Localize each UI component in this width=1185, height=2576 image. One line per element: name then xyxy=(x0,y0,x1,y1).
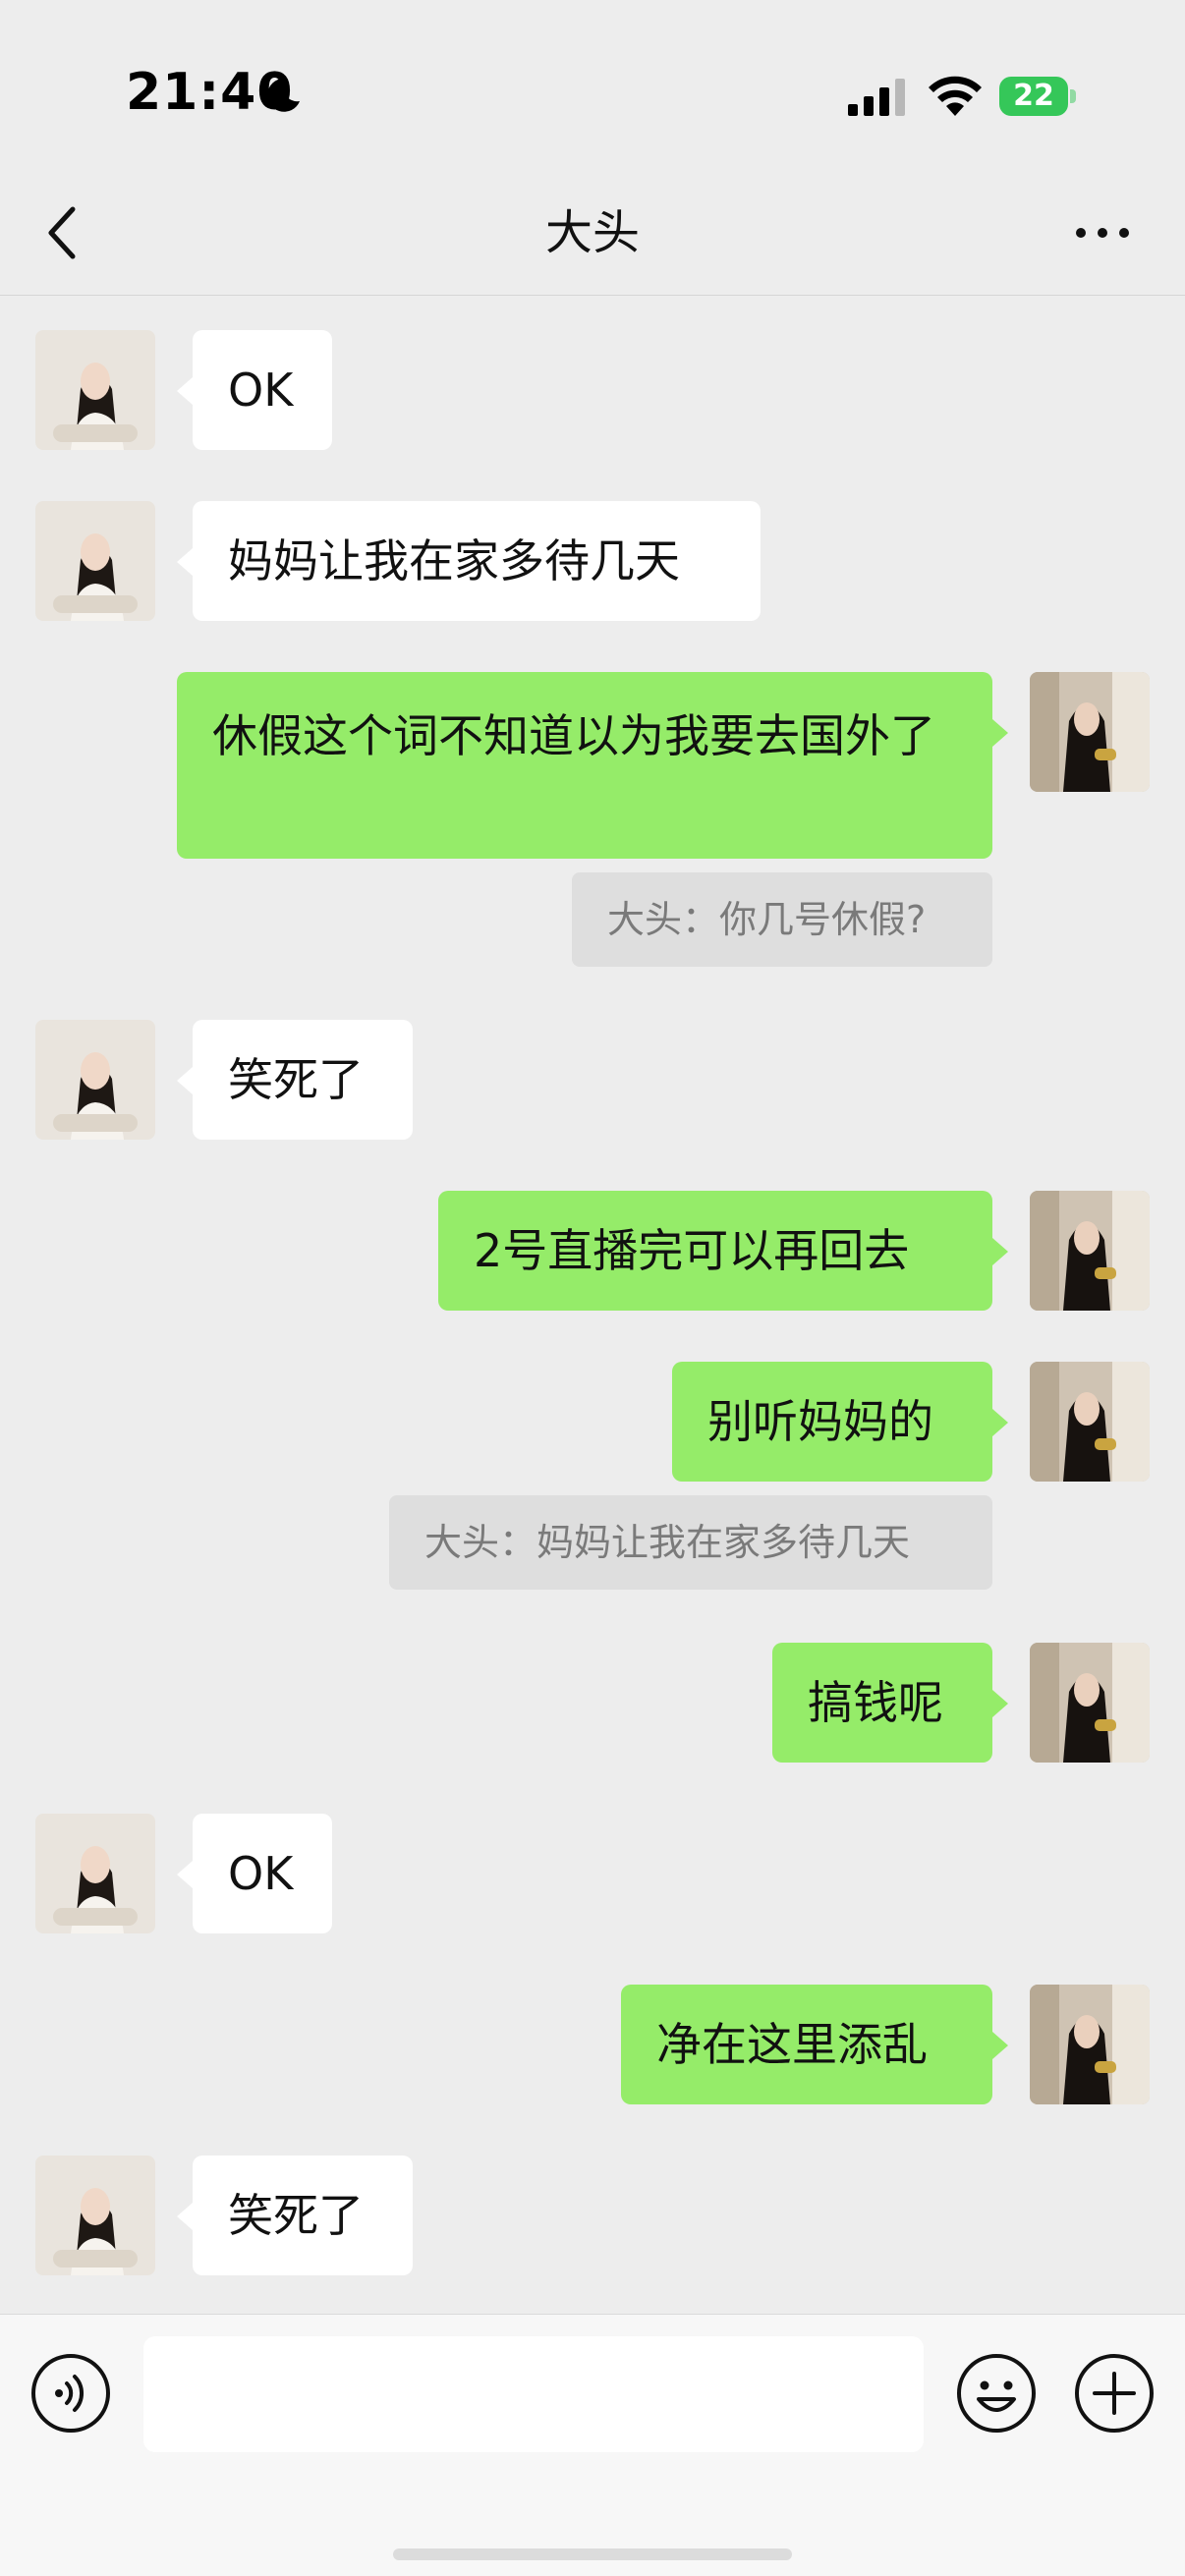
my-avatar[interactable] xyxy=(1030,1643,1150,1763)
bubble-tail xyxy=(177,1067,193,1094)
more-options-icon[interactable] xyxy=(1071,215,1134,251)
chat-title: 大头 xyxy=(544,205,640,260)
contact-avatar[interactable] xyxy=(35,1020,155,1140)
contact-avatar[interactable] xyxy=(35,330,155,450)
message-bubble-incoming[interactable]: 妈妈让我在家多待几天 xyxy=(193,501,761,621)
wifi-icon xyxy=(929,76,982,116)
my-avatar[interactable] xyxy=(1030,1191,1150,1311)
message-bubble-outgoing[interactable]: 搞钱呢 xyxy=(772,1643,992,1763)
bubble-tail xyxy=(177,2203,193,2230)
plus-icon[interactable] xyxy=(1073,2352,1156,2435)
message-bubble-incoming[interactable]: 笑死了 xyxy=(193,2156,413,2275)
quoted-message[interactable]: 大头：你几号休假? xyxy=(572,872,992,967)
status-bar: 21:40 22 xyxy=(0,0,1185,172)
message-bubble-incoming[interactable]: 笑死了 xyxy=(193,1020,413,1140)
my-avatar[interactable] xyxy=(1030,1362,1150,1482)
bubble-tail xyxy=(992,1409,1008,1436)
my-avatar[interactable] xyxy=(1030,1985,1150,2104)
contact-avatar[interactable] xyxy=(35,2156,155,2275)
message-input[interactable] xyxy=(143,2336,924,2452)
bubble-tail xyxy=(992,1238,1008,1265)
contact-avatar[interactable] xyxy=(35,1814,155,1933)
input-bar xyxy=(0,2314,1185,2576)
nav-bar: 大头 xyxy=(0,172,1185,296)
bubble-tail xyxy=(177,548,193,576)
bubble-tail xyxy=(992,719,1008,747)
home-indicator xyxy=(393,2548,792,2560)
battery-indicator: 22 xyxy=(999,77,1076,116)
cellular-signal-icon xyxy=(848,79,905,116)
message-bubble-incoming[interactable]: OK xyxy=(193,1814,332,1933)
chat-screen: 21:40 22 大头 OK 妈妈让我在家多待几天 休假这个词不知道以为我要去国… xyxy=(0,0,1185,2576)
my-avatar[interactable] xyxy=(1030,672,1150,792)
battery-level: 22 xyxy=(1013,79,1054,113)
message-bubble-incoming[interactable]: OK xyxy=(193,330,332,450)
contact-avatar[interactable] xyxy=(35,501,155,621)
bubble-tail xyxy=(992,2032,1008,2059)
emoji-icon[interactable] xyxy=(955,2352,1038,2435)
message-bubble-outgoing[interactable]: 2号直播完可以再回去 xyxy=(438,1191,992,1311)
message-bubble-outgoing[interactable]: 净在这里添乱 xyxy=(621,1985,992,2104)
message-bubble-outgoing[interactable]: 休假这个词不知道以为我要去国外了 xyxy=(177,672,992,859)
bubble-tail xyxy=(992,1690,1008,1717)
bubble-tail xyxy=(177,377,193,405)
moon-icon xyxy=(267,78,300,112)
voice-input-icon[interactable] xyxy=(29,2352,112,2435)
message-bubble-outgoing[interactable]: 别听妈妈的 xyxy=(672,1362,992,1482)
quoted-message[interactable]: 大头：妈妈让我在家多待几天 xyxy=(389,1495,992,1590)
bubble-tail xyxy=(177,1861,193,1888)
battery-cap xyxy=(1070,89,1076,103)
